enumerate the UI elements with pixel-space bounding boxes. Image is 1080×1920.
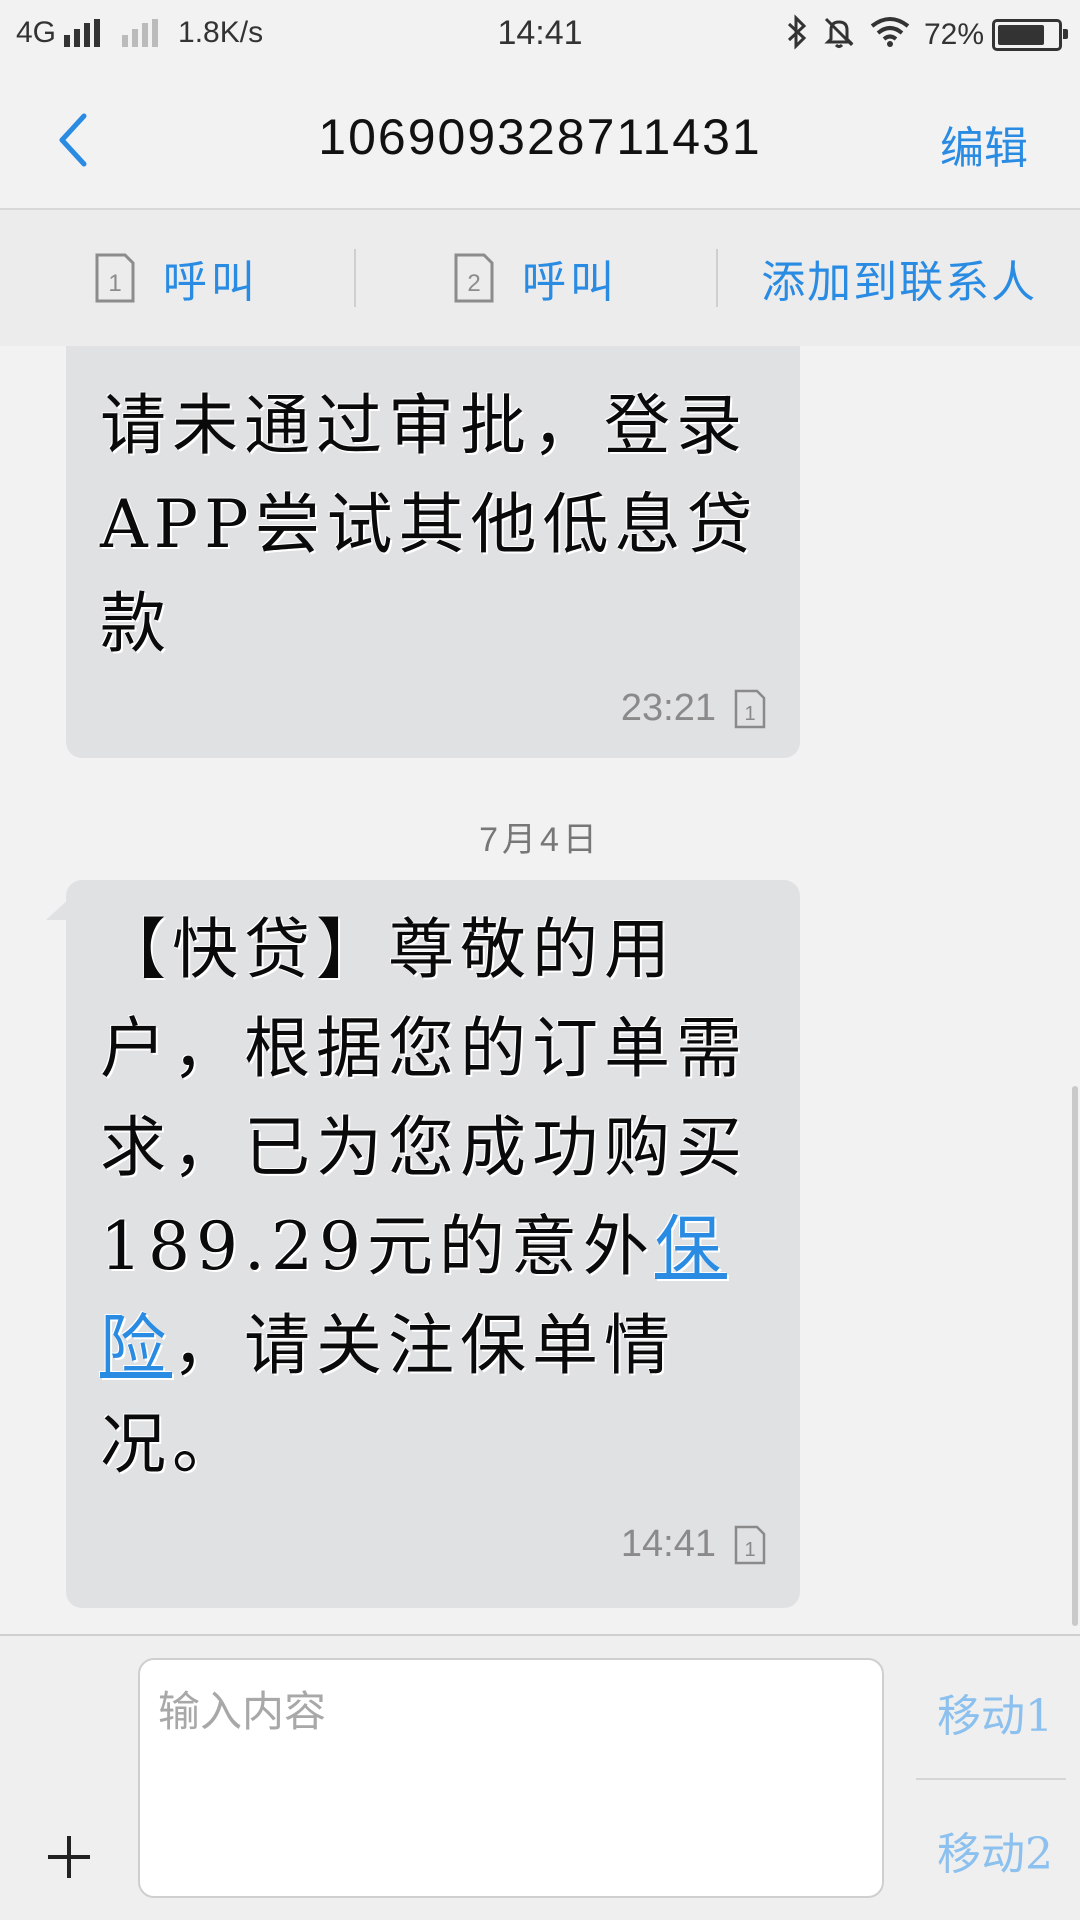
message-text-after: ，请关注保单情况。 — [100, 1307, 676, 1483]
message-meta: 23:21 1 — [621, 687, 766, 730]
call-sim2-button[interactable]: 2 呼叫 — [356, 210, 717, 346]
attach-button[interactable] — [44, 1832, 94, 1882]
wifi-icon — [870, 16, 910, 53]
svg-text:1: 1 — [108, 270, 121, 297]
plus-icon — [48, 1836, 90, 1878]
call-sim1-button[interactable]: 1 呼叫 — [0, 210, 354, 346]
add-to-contacts-label: 添加到联系人 — [761, 257, 1038, 308]
send-sim1-button[interactable]: 移动1 — [910, 1680, 1080, 1744]
mute-icon — [822, 15, 856, 54]
composer-bar: 移动1 移动2 — [0, 1634, 1080, 1920]
send-sim2-button[interactable]: 移动2 — [910, 1818, 1080, 1882]
message-text-before: 【快贷】尊敬的用户，根据您的订单需求，已为您成功购买189.29元的意外 — [100, 911, 748, 1285]
battery-icon — [992, 18, 1068, 51]
svg-text:1: 1 — [744, 703, 755, 725]
conversation-header: 106909328711431 编辑 — [0, 70, 1080, 210]
sim1-icon: 1 — [734, 1525, 766, 1564]
message-input[interactable] — [138, 1658, 884, 1898]
sms-conversation-screen: 4G 1.8K/s 14:41 72% 106909328711431 编辑 1… — [0, 0, 1080, 1920]
status-right: 72% — [772, 14, 1068, 55]
sender-number-title: 106909328711431 — [318, 109, 762, 165]
message-list[interactable]: 请未通过审批，登录APP尝试其他低息贷款 23:21 1 7月4日 【快贷】尊敬… — [0, 346, 1080, 1634]
battery-fill — [998, 24, 1045, 45]
add-to-contacts-button[interactable]: 添加到联系人 — [718, 210, 1080, 346]
message-time: 14:41 — [620, 1523, 716, 1565]
svg-text:1: 1 — [744, 1539, 755, 1561]
battery-percent: 72% — [923, 17, 984, 51]
status-bar: 4G 1.8K/s 14:41 72% — [0, 0, 1080, 70]
sim1-icon: 1 — [95, 253, 135, 303]
call-sim1-label: 呼叫 — [162, 257, 259, 308]
send-divider — [916, 1778, 1066, 1780]
back-arrow-icon — [59, 113, 87, 167]
sim1-icon: 1 — [734, 689, 766, 728]
scrollbar[interactable] — [1072, 1086, 1078, 1626]
svg-text:2: 2 — [467, 270, 480, 297]
message-text: 【快贷】尊敬的用户，根据您的订单需求，已为您成功购买189.29元的意外保险，请… — [100, 880, 760, 1494]
message-meta: 14:41 1 — [621, 1523, 766, 1566]
message-text: 请未通过审批，登录APP尝试其他低息贷款 — [100, 387, 759, 662]
edit-button[interactable]: 编辑 — [940, 112, 1028, 176]
sim2-icon: 2 — [454, 253, 494, 303]
message-bubble[interactable]: 请未通过审批，登录APP尝试其他低息贷款 23:21 1 — [66, 346, 800, 758]
message-time: 23:21 — [620, 687, 716, 729]
date-separator: 7月4日 — [479, 821, 601, 859]
message-bubble[interactable]: 【快贷】尊敬的用户，根据您的订单需求，已为您成功购买189.29元的意外保险，请… — [66, 880, 800, 1608]
back-button[interactable] — [50, 108, 110, 172]
bluetooth-icon — [786, 14, 808, 55]
contact-action-bar: 1 呼叫 2 呼叫 添加到联系人 — [0, 210, 1080, 346]
call-sim2-label: 呼叫 — [522, 257, 619, 308]
